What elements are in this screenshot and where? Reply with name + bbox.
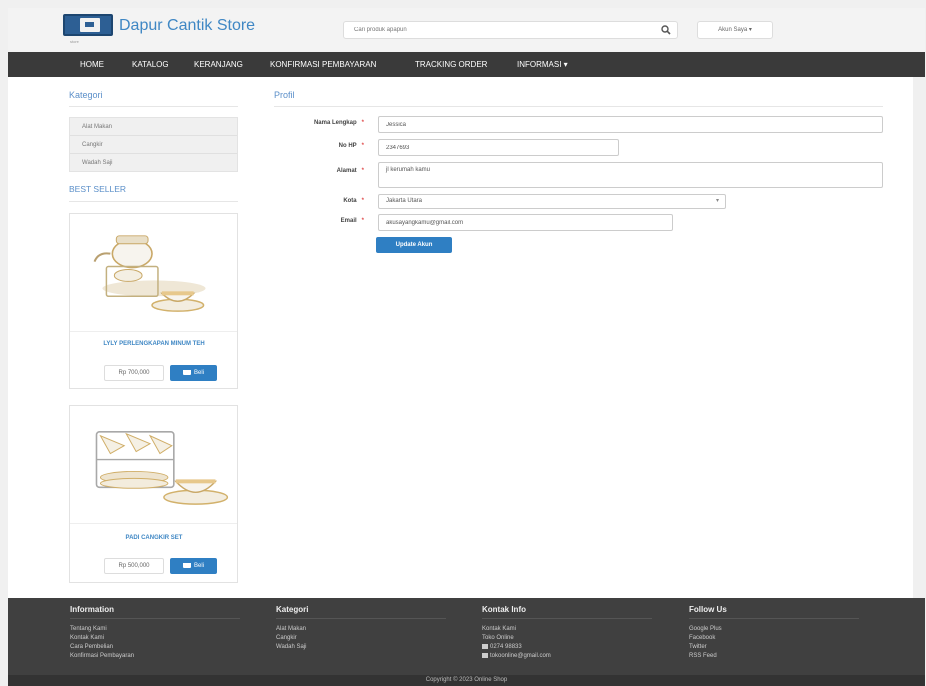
address-field[interactable]: jl kerumah kamu — [378, 162, 883, 188]
brand-name[interactable]: Dapur Cantik Store — [119, 17, 255, 35]
footer-link[interactable]: Kontak Kami — [70, 635, 104, 641]
footer-link[interactable]: Google Plus — [689, 626, 722, 632]
envelope-icon — [482, 653, 488, 658]
copyright-text: Copyright © 2023 Online Shop — [8, 675, 925, 686]
footer-title-kontak-info: Kontak Info — [482, 605, 526, 614]
footer: Information Tentang Kami Kontak Kami Car… — [8, 598, 925, 675]
footer-title-follow-us: Follow Us — [689, 605, 727, 614]
nav-katalog[interactable]: KATALOG — [132, 52, 169, 77]
product-price: Rp 500,000 — [104, 558, 164, 574]
footer-title-information: Information — [70, 605, 114, 614]
main-content: Kategori Alat Makan Cangkir Wadah Saji B… — [8, 77, 913, 598]
email-field[interactable] — [378, 214, 673, 231]
product-name[interactable]: PADI CANGKIR SET — [74, 534, 234, 543]
footer-title-kategori: Kategori — [276, 605, 309, 614]
divider — [689, 618, 859, 619]
product-name[interactable]: LYLY PERLENGKAPAN MINUM TEH — [74, 340, 234, 349]
product-image-tea-set[interactable] — [70, 214, 237, 332]
footer-phone[interactable]: 0274 98833 — [482, 644, 522, 650]
header: store Dapur Cantik Store Akun Saya ▾ — [8, 8, 925, 52]
product-card: PADI CANGKIR SET Rp 500,000 Beli — [69, 405, 238, 583]
address-label: Alamat * — [336, 168, 364, 174]
monitor-cart-icon — [63, 14, 113, 36]
name-label: Nama Lengkap * — [313, 120, 364, 126]
store-logo[interactable]: store — [60, 11, 116, 44]
search-bar — [343, 21, 678, 39]
buy-button[interactable]: Beli — [170, 558, 217, 574]
name-field[interactable] — [378, 116, 883, 133]
footer-link[interactable]: Kontak Kami — [482, 626, 516, 632]
product-price: Rp 700,000 — [104, 365, 164, 381]
search-input[interactable] — [344, 22, 644, 38]
search-icon[interactable] — [661, 25, 671, 35]
city-label: Kota * — [343, 198, 364, 204]
nav-keranjang[interactable]: KERANJANG — [194, 52, 243, 77]
divider — [274, 106, 883, 107]
category-item-alat-makan[interactable]: Alat Makan — [70, 118, 237, 136]
phone-label: No HP * — [338, 143, 364, 149]
footer-link[interactable]: Facebook — [689, 635, 715, 641]
nav-tracking-order[interactable]: TRACKING ORDER — [415, 52, 487, 77]
category-item-cangkir[interactable]: Cangkir — [70, 136, 237, 154]
buy-button-label: Beli — [193, 370, 204, 376]
divider — [69, 201, 238, 202]
footer-link[interactable]: Twitter — [689, 644, 707, 650]
divider — [69, 106, 238, 107]
chevron-down-icon: ▾ — [715, 198, 719, 204]
footer-link[interactable]: Konfirmasi Pembayaran — [70, 653, 134, 659]
update-account-button[interactable]: Update Akun — [376, 237, 452, 253]
product-card: LYLY PERLENGKAPAN MINUM TEH Rp 700,000 B… — [69, 213, 238, 389]
bestseller-title: BEST SELLER — [69, 184, 127, 194]
nav-konfirmasi-pembayaran[interactable]: KONFIRMASI PEMBAYARAN — [270, 52, 376, 77]
email-label: Email * — [340, 218, 364, 224]
category-item-wadah-saji[interactable]: Wadah Saji — [70, 154, 237, 172]
buy-button-label: Beli — [193, 563, 204, 569]
footer-link[interactable]: Cangkir — [276, 635, 297, 641]
footer-email[interactable]: tokoonline@gmail.com — [482, 653, 551, 659]
category-list: Alat Makan Cangkir Wadah Saji — [69, 117, 238, 172]
divider — [482, 618, 652, 619]
product-image-cup-set[interactable] — [70, 406, 237, 524]
footer-link[interactable]: Toko Online — [482, 635, 514, 641]
phone-icon — [482, 644, 488, 649]
buy-button[interactable]: Beli — [170, 365, 217, 381]
footer-link[interactable]: Tentang Kami — [70, 626, 107, 632]
account-dropdown-button[interactable]: Akun Saya ▾ — [697, 21, 773, 39]
category-title: Kategori — [69, 90, 103, 100]
nav-informasi-dropdown[interactable]: INFORMASI ▾ — [517, 52, 568, 77]
profile-title: Profil — [274, 90, 295, 100]
footer-link[interactable]: RSS Feed — [689, 653, 717, 659]
cart-icon — [182, 369, 191, 375]
footer-link[interactable]: Alat Makan — [276, 626, 306, 632]
cart-icon — [182, 562, 191, 568]
logo-subtitle: store — [70, 39, 79, 44]
nav-home[interactable]: HOME — [80, 52, 104, 77]
city-select[interactable]: Jakarta Utara ▾ — [378, 194, 726, 209]
phone-field[interactable] — [378, 139, 619, 156]
footer-link[interactable]: Wadah Saji — [276, 644, 306, 650]
divider — [276, 618, 446, 619]
main-navbar: HOME KATALOG KERANJANG KONFIRMASI PEMBAY… — [8, 52, 925, 77]
divider — [70, 618, 240, 619]
footer-link[interactable]: Cara Pembelian — [70, 644, 113, 650]
